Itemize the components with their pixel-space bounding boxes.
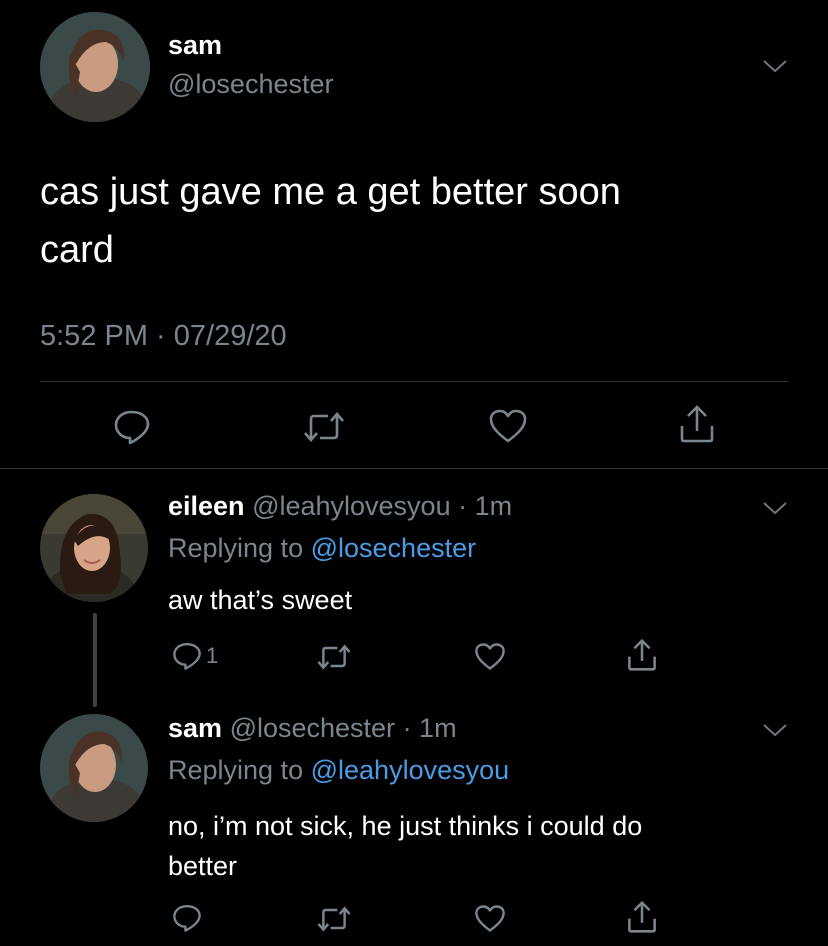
like-icon [475, 643, 505, 670]
author-name[interactable]: eileen [168, 491, 245, 521]
reply-icon [114, 410, 150, 445]
replying-to-label: Replying to [168, 755, 304, 785]
avatar-photo-sam-icon [40, 714, 148, 822]
avatar[interactable] [40, 714, 148, 822]
divider [40, 381, 788, 382]
reply-button[interactable] [113, 408, 151, 446]
replying-to: Replying to @losechester [168, 533, 476, 564]
reply-text: no, i’m not sick, he just thinks i could… [168, 806, 642, 886]
replying-to-handle[interactable]: @losechester [311, 533, 476, 563]
retweet-button[interactable] [316, 643, 352, 671]
share-button[interactable] [626, 638, 658, 672]
tweet-text: cas just gave me a get better soon card [40, 163, 621, 279]
divider [0, 468, 828, 469]
tweet-age: · 1m [458, 491, 513, 521]
reply-header: sam @losechester · 1m [168, 713, 457, 744]
share-icon [628, 638, 656, 671]
chevron-down-icon [763, 60, 787, 73]
reply-text-line: better [168, 851, 238, 881]
chevron-down-icon [763, 724, 787, 737]
replying-to: Replying to @leahylovesyou [168, 755, 509, 786]
reply-button[interactable] [172, 903, 206, 933]
thread-line [93, 613, 97, 707]
like-button[interactable] [488, 408, 528, 444]
retweet-button[interactable] [302, 410, 346, 444]
reply-header: eileen @leahylovesyou · 1m [168, 491, 512, 522]
tweet-text-line: cas just gave me a get better soon [40, 171, 621, 213]
share-icon [680, 405, 714, 443]
avatar-photo-eileen-icon [40, 494, 148, 602]
author-handle[interactable]: @leahylovesyou [252, 491, 451, 521]
tweet-text-line: card [40, 229, 114, 271]
replying-to-label: Replying to [168, 533, 304, 563]
reply-icon [173, 904, 201, 932]
tweet-age: · 1m [402, 713, 457, 743]
chevron-down-icon [763, 502, 787, 515]
author-name[interactable]: sam [168, 30, 222, 61]
share-button[interactable] [678, 404, 716, 444]
share-icon [628, 900, 656, 933]
tweet-menu-button[interactable] [762, 500, 788, 516]
reply-text: aw that’s sweet [168, 585, 353, 615]
retweet-icon [317, 906, 351, 932]
retweet-button[interactable] [316, 905, 352, 933]
retweet-icon [304, 412, 344, 442]
avatar[interactable] [40, 494, 148, 602]
share-button[interactable] [626, 900, 658, 934]
reply-icon [173, 642, 201, 670]
retweet-icon [317, 644, 351, 670]
replying-to-handle[interactable]: @leahylovesyou [311, 755, 510, 785]
like-button[interactable] [474, 642, 506, 671]
reply-button[interactable]: 1 [172, 641, 218, 671]
tweet-menu-button[interactable] [762, 722, 788, 738]
reply-count: 1 [206, 643, 219, 668]
tweet-timestamp[interactable]: 5:52 PM · 07/29/20 [40, 320, 287, 353]
author-handle[interactable]: @losechester [230, 713, 395, 743]
avatar-photo-sam-icon [40, 12, 150, 122]
like-button[interactable] [474, 904, 506, 933]
avatar[interactable] [40, 12, 150, 122]
reply-text-line: no, i’m not sick, he just thinks i could… [168, 811, 643, 841]
tweet-menu-button[interactable] [762, 58, 788, 74]
like-icon [475, 905, 505, 932]
author-name[interactable]: sam [168, 713, 222, 743]
author-handle[interactable]: @losechester [168, 69, 333, 100]
like-icon [489, 409, 527, 443]
